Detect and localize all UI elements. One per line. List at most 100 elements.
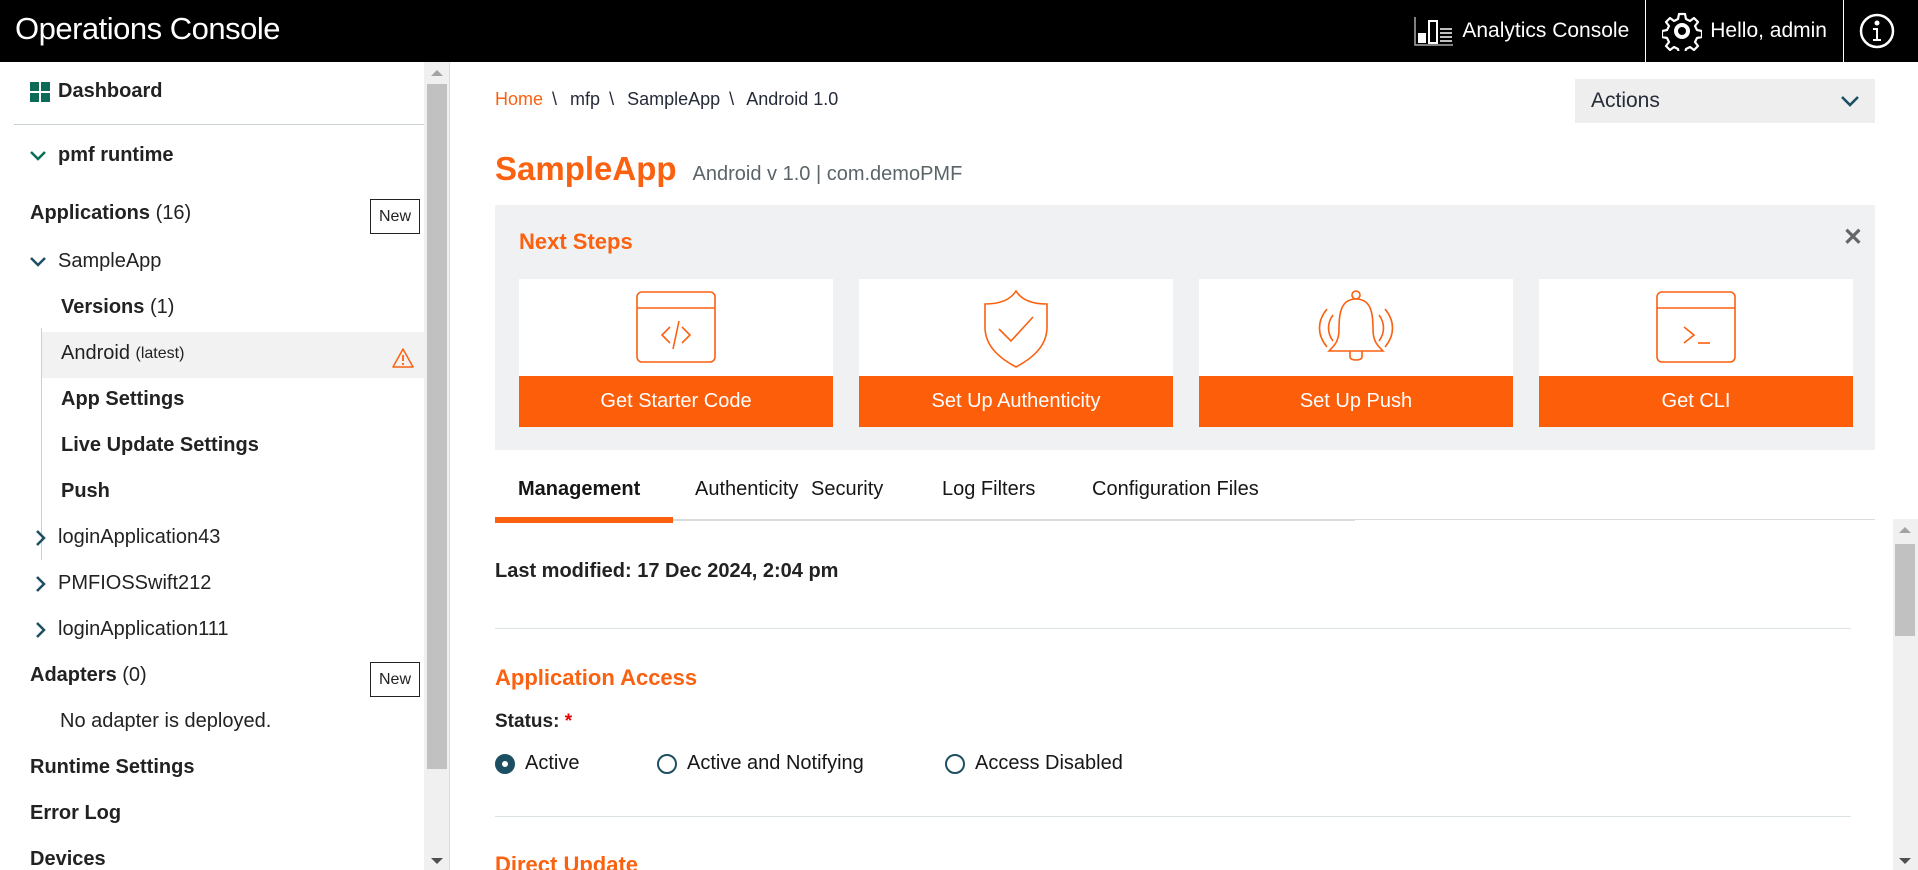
versions-count: (1): [149, 296, 175, 318]
page-title: SampleApp Android v 1.0 | com.demoPMF: [495, 150, 962, 188]
tab-log-filters[interactable]: Log Filters: [942, 478, 1035, 501]
sidebar-item-live-update[interactable]: Live Update Settings: [61, 434, 259, 457]
sidebar-item-app-settings[interactable]: App Settings: [61, 388, 184, 411]
next-step-card: Set Up Authenticity: [859, 279, 1173, 427]
sidebar-item-applications[interactable]: Applications (16): [30, 202, 191, 225]
version-tag: (latest): [135, 344, 185, 362]
breadcrumb: Home \ mfp \ SampleApp \ Android 1.0: [495, 89, 839, 109]
scrollbar-thumb[interactable]: [427, 84, 447, 769]
status-radio-active[interactable]: Active: [495, 752, 579, 775]
adapters-label: Adapters: [30, 664, 117, 686]
chevron-down-icon: [30, 256, 46, 267]
new-adapter-button[interactable]: New: [370, 662, 420, 697]
sidebar-item-runtime-settings[interactable]: Runtime Settings: [30, 756, 194, 779]
next-steps-title: Next Steps: [519, 229, 633, 254]
app-name: loginApplication111: [58, 618, 229, 640]
application-access-title: Application Access: [495, 665, 698, 690]
sidebar-item-push[interactable]: Push: [61, 480, 110, 503]
close-icon[interactable]: ✕: [1843, 223, 1863, 252]
scroll-up-icon[interactable]: [1899, 527, 1911, 533]
sidebar-item-devices[interactable]: Devices: [30, 848, 106, 870]
chevron-right-icon: [36, 529, 46, 546]
user-greeting: Hello, admin: [1710, 19, 1827, 42]
set-up-push-button[interactable]: Set Up Push: [1199, 376, 1513, 427]
sidebar-app-loginapplication43[interactable]: loginApplication43: [36, 526, 220, 549]
tab-management[interactable]: Management: [518, 478, 640, 501]
top-bar: Operations Console Analytics Console Hel…: [0, 0, 1918, 62]
analytics-console-label: Analytics Console: [1462, 19, 1630, 42]
status-radio-active-notifying[interactable]: Active and Notifying: [657, 752, 864, 775]
tab-authenticity[interactable]: Authenticity: [695, 478, 798, 501]
required-mark: *: [564, 711, 573, 732]
get-cli-button[interactable]: Get CLI: [1539, 376, 1853, 427]
adapters-count: (0): [122, 664, 147, 686]
main-scrollbar[interactable]: [1893, 519, 1918, 870]
management-panel: Last modified: 17 Dec 2024, 2:04 pm Appl…: [450, 522, 1890, 870]
sidebar-app-loginapplication111[interactable]: loginApplication111: [36, 618, 229, 641]
tab-configuration-files[interactable]: Configuration Files: [1092, 478, 1259, 501]
tab-baseline: [1355, 519, 1875, 520]
new-application-button[interactable]: New: [370, 199, 420, 234]
runtime-label: pmf runtime: [58, 144, 174, 166]
applications-label: Applications: [30, 202, 151, 224]
radio-label: Active: [525, 752, 580, 774]
actions-dropdown[interactable]: Actions: [1575, 79, 1875, 123]
chevron-right-icon: [36, 575, 46, 592]
breadcrumb-runtime[interactable]: mfp: [570, 89, 600, 109]
radio-label: Access Disabled: [975, 752, 1123, 774]
warning-icon: [392, 348, 414, 368]
info-icon: [1859, 13, 1895, 49]
sidebar-item-error-log[interactable]: Error Log: [30, 802, 121, 825]
scrollbar-thumb[interactable]: [1895, 544, 1915, 636]
status-radio-access-disabled[interactable]: Access Disabled: [945, 752, 1123, 775]
breadcrumb-home[interactable]: Home: [495, 89, 543, 109]
radio-unselected-icon[interactable]: [945, 753, 965, 774]
app-meta: Android v 1.0 | com.demoPMF: [692, 163, 963, 185]
divider: [495, 628, 1851, 629]
set-up-authenticity-button[interactable]: Set Up Authenticity: [859, 376, 1173, 427]
info-button[interactable]: [1843, 0, 1918, 62]
radio-selected-icon[interactable]: [495, 753, 515, 774]
tab-bar: Management Authenticity Security Log Fil…: [495, 462, 1875, 523]
sidebar-item-runtime[interactable]: pmf runtime: [30, 144, 174, 167]
app-name-heading: SampleApp: [495, 150, 677, 187]
shield-check-icon: [984, 289, 1048, 368]
radio-unselected-icon[interactable]: [657, 753, 677, 774]
chevron-down-icon: [30, 150, 46, 161]
sidebar-item-dashboard[interactable]: Dashboard: [30, 80, 162, 103]
chevron-down-icon: [1841, 95, 1859, 107]
tab-security[interactable]: Security: [811, 478, 883, 501]
sidebar-scrollbar[interactable]: [424, 62, 450, 870]
divider: [495, 816, 1851, 817]
sidebar-app-sampleapp[interactable]: SampleApp: [30, 250, 161, 273]
direct-update-title: Direct Update: [495, 852, 639, 870]
scroll-down-icon[interactable]: [1899, 858, 1911, 864]
terminal-icon: [1656, 291, 1736, 363]
get-starter-code-button[interactable]: Get Starter Code: [519, 376, 833, 427]
status-label-text: Status:: [495, 711, 560, 732]
scroll-up-icon[interactable]: [431, 70, 443, 76]
sidebar-divider: [14, 124, 424, 125]
actions-label: Actions: [1591, 89, 1660, 112]
app-name: loginApplication43: [58, 526, 221, 548]
gear-icon: [1662, 12, 1703, 51]
breadcrumb-app[interactable]: SampleApp: [627, 89, 720, 109]
sidebar-app-pmfiosswift212[interactable]: PMFIOSSwift212: [36, 572, 211, 595]
sidebar-item-versions[interactable]: Versions (1): [61, 296, 174, 319]
next-step-card: Get CLI: [1539, 279, 1853, 427]
app-name: PMFIOSSwift212: [58, 572, 212, 594]
dashboard-label: Dashboard: [58, 80, 163, 102]
last-modified: Last modified: 17 Dec 2024, 2:04 pm: [495, 560, 839, 582]
user-menu[interactable]: Hello, admin: [1645, 0, 1843, 62]
analytics-console-link[interactable]: Analytics Console: [1398, 0, 1645, 62]
scroll-down-icon[interactable]: [431, 858, 443, 864]
sidebar-item-android-version[interactable]: Android (latest): [61, 342, 184, 365]
sidebar: Dashboard pmf runtime Applications (16) …: [0, 62, 450, 870]
chevron-right-icon: [36, 621, 46, 638]
main-content: Home \ mfp \ SampleApp \ Android 1.0 Act…: [450, 62, 1918, 870]
next-step-card: Set Up Push: [1199, 279, 1513, 427]
app-title: Operations Console: [15, 11, 281, 46]
sidebar-item-adapters[interactable]: Adapters (0): [30, 664, 147, 687]
breadcrumb-version: Android 1.0: [746, 89, 839, 109]
next-steps-panel: Next Steps ✕ Get Starter Code Set Up Aut…: [495, 205, 1875, 450]
